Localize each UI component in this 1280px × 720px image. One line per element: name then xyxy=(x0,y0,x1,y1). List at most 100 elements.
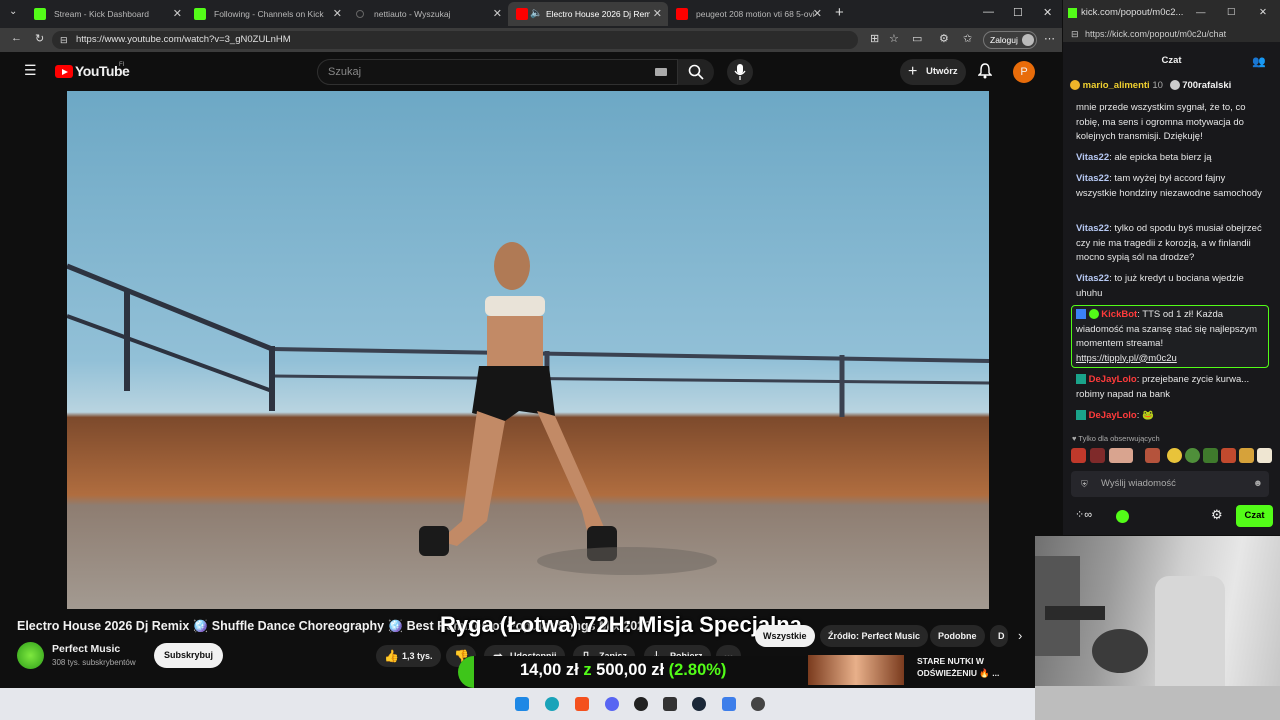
favorites-icon[interactable]: ✩ xyxy=(963,32,972,45)
close-tab-icon[interactable]: ✕ xyxy=(333,2,342,26)
notifications-bell-icon[interactable] xyxy=(978,63,992,79)
search-placeholder: Szukaj xyxy=(328,66,362,78)
tab-kick-following[interactable]: Following - Channels on Kick ✕ xyxy=(186,2,348,26)
voice-search-button[interactable] xyxy=(727,59,753,85)
chat-message: KickBot: TTS od 1 zł! Każda wiadomość ma… xyxy=(1076,308,1266,366)
close-tab-icon[interactable]: ✕ xyxy=(649,2,662,26)
users-icon[interactable]: 👥 xyxy=(1252,55,1266,68)
chat-username[interactable]: DeJayLolo xyxy=(1089,374,1137,385)
new-tab-icon[interactable]: + xyxy=(835,4,844,21)
emote-icon[interactable] xyxy=(1239,448,1254,463)
recommended-title[interactable]: STARE NUTKI W ODŚWIEŻENIU 🔥 ... xyxy=(917,655,999,679)
tab-search[interactable]: nettiauto - Wyszukaj ✕ xyxy=(346,2,508,26)
kick-minimize-icon[interactable]: — xyxy=(1196,0,1206,26)
kick-logo-icon xyxy=(1068,8,1077,18)
obs-icon[interactable] xyxy=(634,697,648,711)
address-bar[interactable]: ⊟ https://www.youtube.com/watch?v=3_gN0Z… xyxy=(52,31,858,49)
split-screen-icon[interactable]: ▭ xyxy=(912,32,922,45)
close-window-icon[interactable]: ✕ xyxy=(1043,6,1052,19)
url-text: https://www.youtube.com/watch?v=3_gN0ZUL… xyxy=(76,34,291,45)
search-input[interactable]: Szukaj xyxy=(317,59,678,85)
favorite-star-icon[interactable]: ☆ xyxy=(889,32,899,45)
chip-source[interactable]: Źródło: Perfect Music xyxy=(820,625,929,647)
chip-all[interactable]: Wszystkie xyxy=(755,625,815,647)
app-icon[interactable] xyxy=(722,697,736,711)
kick-url-bar[interactable]: ⊟ https://kick.com/popout/m0c2u/chat xyxy=(1063,26,1280,42)
apps-icon[interactable]: ⊞ xyxy=(870,32,879,45)
points-icon[interactable]: ⁘∞ xyxy=(1075,508,1092,521)
keyboard-icon[interactable] xyxy=(655,68,667,76)
kick-favicon-icon xyxy=(194,8,206,20)
extensions-icon[interactable]: ⚙ xyxy=(939,32,949,45)
donation-goal-text: 14,00 zł z 500,00 zł (2.80%) xyxy=(520,661,726,680)
send-chat-button[interactable]: Czat xyxy=(1236,505,1273,527)
chat-username[interactable]: Vitas22 xyxy=(1076,273,1109,284)
create-button[interactable]: + Utwórz xyxy=(900,59,966,85)
emote-icon[interactable] xyxy=(1109,448,1133,463)
minimize-icon[interactable]: — xyxy=(983,6,994,18)
emote-icon[interactable] xyxy=(1167,448,1182,463)
search-button[interactable] xyxy=(678,59,714,85)
chat-username[interactable]: Vitas22 xyxy=(1076,152,1109,163)
youtube-logo-icon[interactable] xyxy=(55,65,73,78)
discord-icon[interactable] xyxy=(605,697,619,711)
steam-icon[interactable] xyxy=(692,697,706,711)
kick-k-icon[interactable] xyxy=(1116,510,1129,523)
chat-username[interactable]: Vitas22 xyxy=(1076,223,1109,234)
chat-username[interactable]: Vitas22 xyxy=(1076,173,1109,184)
supporter-name[interactable]: 700rafalski xyxy=(1182,80,1231,91)
close-tab-icon[interactable]: ✕ xyxy=(813,2,822,26)
chat-link[interactable]: https://tipply.pl/@m0c2u xyxy=(1076,352,1266,367)
emote-icon[interactable] xyxy=(1221,448,1236,463)
like-button[interactable]: 👍 1,3 tys. xyxy=(376,645,441,667)
emote-icon[interactable] xyxy=(1145,448,1160,463)
app-icon[interactable] xyxy=(751,697,765,711)
windows-start-icon[interactable] xyxy=(515,697,529,711)
hamburger-menu-icon[interactable]: ☰ xyxy=(24,62,37,79)
tab-youtube-peugeot[interactable]: peugeot 208 motion vti 68 5-ovi ✕ xyxy=(668,2,828,26)
chat-username[interactable]: KickBot xyxy=(1101,309,1137,320)
epic-games-icon[interactable] xyxy=(663,697,677,711)
login-button[interactable]: Zaloguj xyxy=(983,31,1037,49)
chat-message: Vitas22: tylko od spodu byś musiał obejr… xyxy=(1076,223,1262,263)
kick-close-icon[interactable]: ✕ xyxy=(1259,0,1267,26)
user-avatar[interactable]: P xyxy=(1013,61,1035,83)
tab-menu-icon[interactable]: ⌄ xyxy=(9,6,17,17)
emote-icon[interactable] xyxy=(1203,448,1218,463)
subscribe-button[interactable]: Subskrybuj xyxy=(154,643,223,668)
brave-icon[interactable] xyxy=(575,697,589,711)
supporter-name[interactable]: mario_alimenti xyxy=(1083,80,1150,91)
chat-message-input[interactable]: ⛨ Wyślij wiadomość ☻ xyxy=(1071,471,1269,497)
close-tab-icon[interactable]: ✕ xyxy=(173,2,182,26)
close-tab-icon[interactable]: ✕ xyxy=(493,2,502,26)
gold-badge-icon xyxy=(1070,80,1080,91)
tab-youtube-active[interactable]: 🔈 Electro House 2026 Dj Remix ✕ xyxy=(508,2,668,26)
chat-text: mnie przede wszystkim sygnał, że to, co … xyxy=(1076,102,1246,142)
audio-playing-icon[interactable]: 🔈 xyxy=(530,2,542,26)
edge-icon[interactable] xyxy=(545,697,559,711)
tab-strip: ⌄ Stream - Kick Dashboard ✕ Following - … xyxy=(0,0,1062,28)
channel-name[interactable]: Perfect Music xyxy=(52,643,120,655)
back-icon[interactable]: ← xyxy=(11,32,22,44)
chat-username[interactable]: DeJayLolo xyxy=(1089,410,1137,421)
settings-gear-icon[interactable]: ⚙ xyxy=(1211,507,1223,523)
channel-avatar[interactable] xyxy=(17,642,44,669)
thumbs-up-icon: 👍 xyxy=(384,649,399,663)
video-player[interactable] xyxy=(67,91,989,609)
emote-icon[interactable] xyxy=(1071,448,1086,463)
emote-icon[interactable] xyxy=(1090,448,1105,463)
chip-related[interactable]: Podobne xyxy=(930,625,985,647)
maximize-icon[interactable]: ☐ xyxy=(1013,6,1023,19)
kick-maximize-icon[interactable]: ☐ xyxy=(1227,0,1236,26)
more-menu-icon[interactable]: ⋯ xyxy=(1044,32,1055,45)
chevron-right-icon[interactable]: › xyxy=(1018,628,1022,643)
recommended-thumbnail[interactable] xyxy=(808,655,904,685)
emote-icon[interactable] xyxy=(1185,448,1200,463)
chip-more[interactable]: D xyxy=(990,625,1008,647)
emoji-icon[interactable]: ☻ xyxy=(1253,471,1263,497)
emote-icon[interactable] xyxy=(1257,448,1272,463)
tab-kick-dashboard[interactable]: Stream - Kick Dashboard ✕ xyxy=(26,2,188,26)
site-info-icon[interactable]: ⊟ xyxy=(60,31,68,49)
reload-icon[interactable]: ↻ xyxy=(35,32,44,45)
subscriber-count: 308 tys. subskrybentów xyxy=(52,658,136,667)
